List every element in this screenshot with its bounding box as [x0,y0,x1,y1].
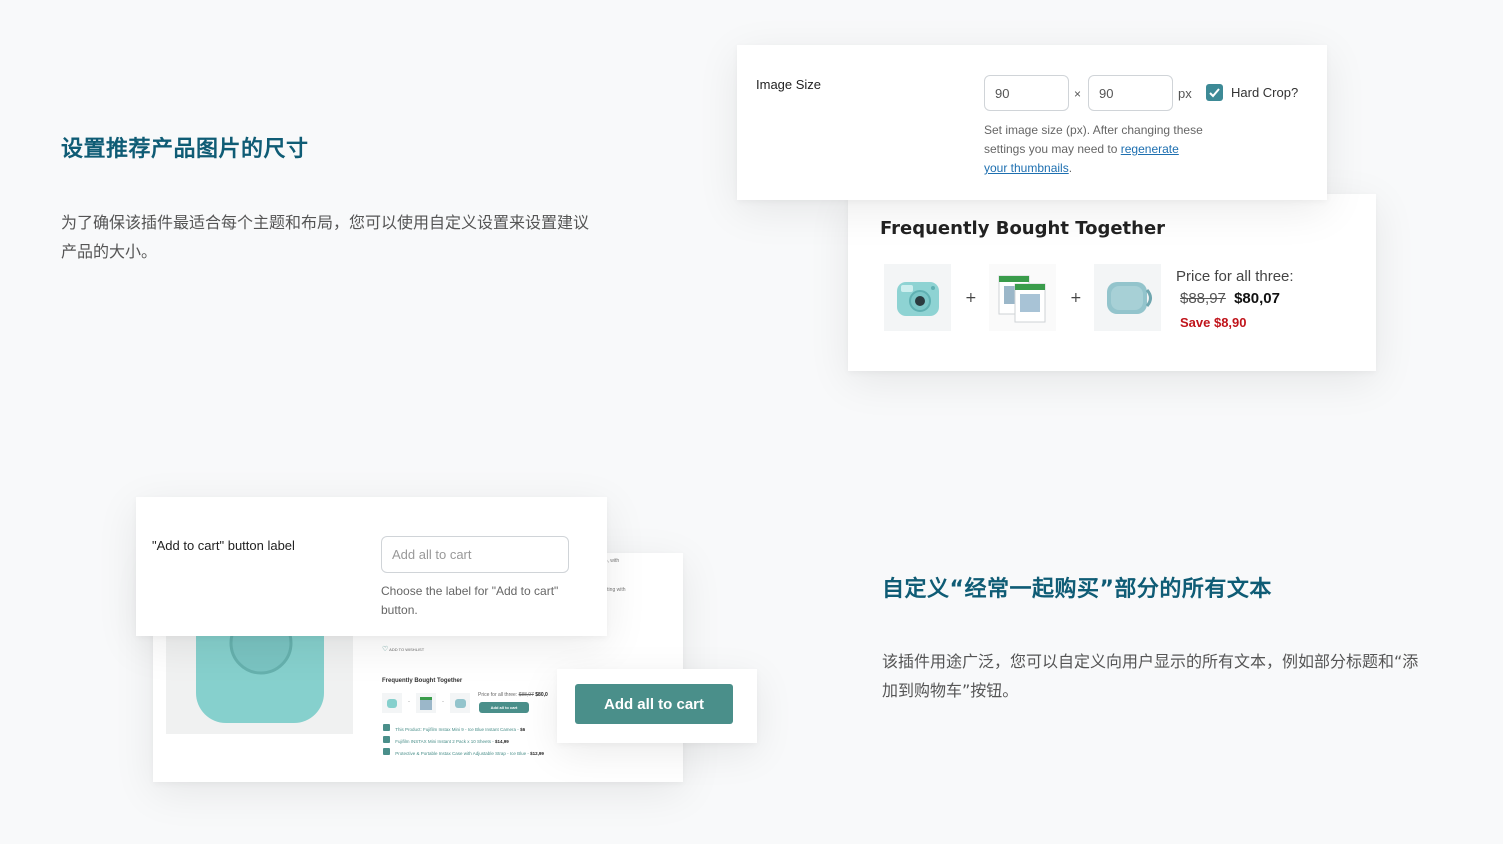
image-size-help-line3: your thumbnails. [984,159,1244,178]
thumbnails-link[interactable]: your thumbnails [984,161,1069,175]
mini-wishlist[interactable]: ♡ ADD TO WISHLIST [382,645,424,653]
image-size-help-prefix: settings you may need to [984,142,1121,156]
mini-price-label: Price for all three: [478,692,518,698]
mini-fbt-title: Frequently Bought Together [382,678,463,684]
mini-checkbox-2[interactable] [383,736,390,743]
fbt-product-camera[interactable] [884,264,951,331]
mini-thumb-case[interactable] [450,693,470,713]
mini-item-list: This Product: Fujifilm Instax Mini 9 - I… [383,724,544,760]
button-label-help: Choose the label for "Add to cart" butto… [381,582,591,620]
section1-paragraph-line2: 产品的大小。 [61,242,158,261]
mini-plus-2: · [442,699,444,705]
checkmark-icon [1209,88,1220,98]
section2-heading: 自定义“经常一起购买”部分的所有文本 [882,577,1272,602]
fbt-plus-1: + [965,290,977,306]
fbt-title: Frequently Bought Together [880,218,1166,239]
button-label-label: "Add to cart" button label [152,538,295,553]
section1-paragraph: 为了确保该插件最适合每个主题和布局，您可以使用自定义设置来设置建议 产品的大小。 [61,208,661,266]
mini-item-2[interactable]: Fujifilm INSTAX Mini Instant 2 Pack x 10… [383,736,544,748]
hard-crop-label: Hard Crop? [1231,85,1299,100]
regenerate-link[interactable]: regenerate [1121,142,1179,156]
image-height-input[interactable]: 90 [1088,75,1173,111]
mini-thumb-camera[interactable] [382,693,402,713]
fbt-plus-2: + [1070,290,1082,306]
button-label-help-line2: button. [381,603,418,617]
mini-old-price: $88,97 [518,692,534,698]
big-button-card: Add all to cart [557,669,757,743]
image-size-help-suffix: . [1068,161,1073,175]
mini-item-3[interactable]: Protective & Portable Instax Case with A… [383,748,544,760]
fbt-save: Save $8,90 [1180,315,1247,330]
image-size-label: Image Size [756,77,822,92]
image-size-help-line2: settings you may need to regenerate [984,140,1244,159]
section1-heading: 设置推荐产品图片的尺寸 [61,137,309,162]
mini-price-row: Price for all three: $88,97 $80,0 [478,692,548,698]
mini-item-2-price: $14,99 [494,739,509,744]
image-width-input[interactable]: 90 [984,75,1069,111]
image-size-help-line1: Set image size (px). After changing thes… [984,123,1203,137]
mini-item-3-text: Protective & Portable Instax Case with A… [395,751,531,756]
mini-checkbox-3[interactable] [383,748,390,755]
button-label-help-line1: Choose the label for "Add to cart" [381,584,559,598]
mini-film-icon [420,696,432,710]
mini-add-all-button[interactable]: Add all to cart [479,702,529,713]
film-pack-icon [998,275,1045,322]
button-label-card: "Add to cart" button label Add all to ca… [136,497,607,636]
section2-paragraph-line1: 该插件用途广泛，您可以自定义向用户显示的所有文本，例如部分标题和“添 [882,652,1419,671]
fbt-product-camera-case[interactable] [1094,264,1161,331]
mini-item-1-price: $6 [520,727,526,732]
camera-case-icon [1106,281,1152,314]
fbt-prices: $88,97 $80,07 [1180,290,1280,307]
image-size-help: Set image size (px). After changing thes… [984,121,1244,178]
heart-icon: ♡ [382,646,389,653]
fbt-product-film-pack[interactable] [989,264,1056,331]
button-label-input[interactable]: Add all to cart [381,536,569,573]
mini-new-price: $80,0 [535,692,548,698]
button-label-placeholder: Add all to cart [392,547,472,562]
section1-paragraph-line1: 为了确保该插件最适合每个主题和布局，您可以使用自定义设置来设置建议 [61,213,590,232]
fbt-new-price: $80,07 [1234,290,1280,307]
mini-case-icon [454,698,466,708]
hard-crop-checkbox[interactable] [1206,84,1223,101]
section2-paragraph-line2: 加到购物车”按钮。 [882,681,1019,700]
section2-paragraph: 该插件用途广泛，您可以自定义向用户显示的所有文本，例如部分标题和“添 加到购物车… [882,647,1482,705]
mini-camera-icon [387,698,397,708]
mini-item-1[interactable]: This Product: Fujifilm Instax Mini 9 - I… [383,724,544,736]
mini-checkbox-1[interactable] [383,724,390,731]
fbt-old-price: $88,97 [1180,290,1226,307]
mini-item-2-text: Fujifilm INSTAX Mini Instant 2 Pack x 10… [395,739,495,744]
add-all-to-cart-button[interactable]: Add all to cart [575,684,733,724]
mini-item-1-text: This Product: Fujifilm Instax Mini 9 - I… [395,727,521,732]
mini-wishlist-label: ADD TO WISHLIST [389,647,425,652]
mini-thumb-film[interactable] [416,693,436,713]
fbt-price-label: Price for all three: [1176,268,1294,285]
fbt-card: Frequently Bought Together + + Price for… [848,194,1376,371]
image-size-card: Image Size 90 × 90 px Hard Crop? Set ima… [737,45,1327,200]
mini-item-3-price: $12,99 [530,751,544,756]
mini-plus-1: · [408,699,410,705]
camera-icon [896,281,939,316]
times-sign: × [1074,87,1082,101]
px-unit: px [1178,86,1192,101]
